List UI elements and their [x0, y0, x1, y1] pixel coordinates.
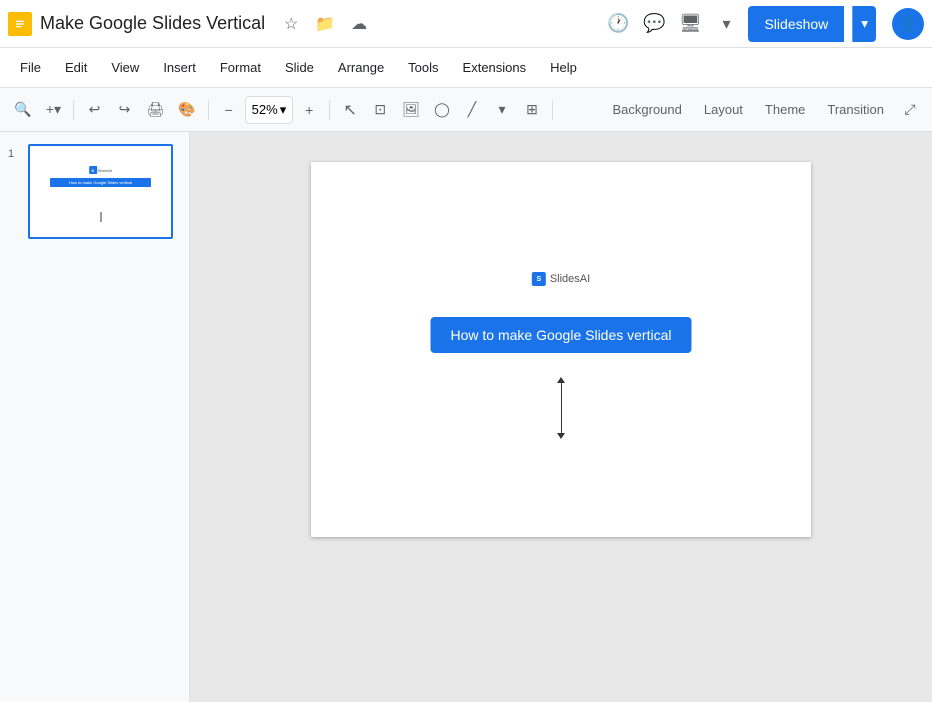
menu-arrange[interactable]: Arrange	[326, 54, 396, 81]
menu-help[interactable]: Help	[538, 54, 589, 81]
present-icon[interactable]: 🖥	[676, 10, 704, 38]
share-expand-button[interactable]: ⤢	[896, 96, 924, 124]
slides-ai-icon-letter: S	[536, 276, 541, 283]
print-button[interactable]: 🖨	[140, 96, 170, 124]
menu-tools[interactable]: Tools	[396, 54, 450, 81]
present-dropdown-icon[interactable]: ▾	[712, 10, 740, 38]
cloud-icon[interactable]: ☁	[345, 10, 373, 38]
title-action-icons: ☆ 📁 ☁	[277, 10, 373, 38]
theme-button[interactable]: Theme	[755, 96, 815, 124]
slide-number: 1	[8, 148, 22, 160]
zoom-out-button[interactable]: −	[215, 96, 243, 124]
folder-icon[interactable]: 📁	[311, 10, 339, 38]
select-tool-button[interactable]: ↖	[336, 96, 364, 124]
menu-file[interactable]: File	[8, 54, 53, 81]
app-icon	[8, 12, 32, 36]
zoom-area[interactable]: 52% ▾	[245, 96, 294, 124]
zoom-dropdown-icon: ▾	[280, 102, 287, 118]
separator-4	[552, 100, 553, 120]
line-tool-button[interactable]: ╱	[458, 96, 486, 124]
slide-panel: 1 S SlidesAI How to make Google Slides v…	[0, 132, 190, 702]
menu-view[interactable]: View	[99, 54, 151, 81]
paint-format-button[interactable]: 🎨	[172, 96, 201, 124]
slide-cursor-line	[557, 377, 565, 439]
transition-button[interactable]: Transition	[817, 96, 894, 124]
frame-tool-button[interactable]: ⊡	[366, 96, 394, 124]
slideshow-button[interactable]: Slideshow	[748, 6, 844, 42]
menu-format[interactable]: Format	[208, 54, 273, 81]
slides-ai-label: SlidesAI	[550, 273, 590, 285]
star-icon[interactable]: ☆	[277, 10, 305, 38]
slide-thumb-container: 1 S SlidesAI How to make Google Slides v…	[8, 144, 181, 239]
main-area: 1 S SlidesAI How to make Google Slides v…	[0, 132, 932, 702]
slide-canvas[interactable]: S SlidesAI How to make Google Slides ver…	[311, 162, 811, 537]
slideshow-dropdown-button[interactable]: ▾	[852, 6, 876, 42]
thumb-logo: S SlidesAI	[89, 166, 113, 174]
cursor-line	[561, 383, 562, 433]
thumb-title-box: How to make Google Slides vertical	[50, 178, 151, 187]
search-button[interactable]: 🔍	[8, 96, 37, 124]
comments-icon[interactable]: 💬	[640, 10, 668, 38]
slides-ai-icon: S	[532, 272, 546, 286]
separator-2	[208, 100, 209, 120]
canvas-area: S SlidesAI How to make Google Slides ver…	[190, 132, 932, 702]
menu-edit[interactable]: Edit	[53, 54, 99, 81]
zoom-value: 52%	[252, 102, 278, 117]
menu-insert[interactable]: Insert	[151, 54, 208, 81]
redo-button[interactable]: ↪	[110, 96, 138, 124]
menu-extensions[interactable]: Extensions	[451, 54, 539, 81]
background-button[interactable]: Background	[602, 96, 691, 124]
zoom-in-button[interactable]: +	[295, 96, 323, 124]
thumb-cursor	[100, 212, 101, 222]
toolbar: 🔍 +▾ ↩ ↪ 🖨 🎨 − 52% ▾ + ↖ ⊡ 🖼 ◯ ╱ ▾ ⊞ Bac…	[0, 88, 932, 132]
layout-button[interactable]: Layout	[694, 96, 753, 124]
menu-bar: File Edit View Insert Format Slide Arran…	[0, 48, 932, 88]
title-bar: Make Google Slides Vertical ☆ 📁 ☁ 🕐 💬 🖥 …	[0, 0, 932, 48]
slide-title-box[interactable]: How to make Google Slides vertical	[431, 317, 692, 353]
collaborator-avatar: 👤	[892, 8, 924, 40]
doc-title: Make Google Slides Vertical	[40, 13, 265, 34]
image-tool-button[interactable]: 🖼	[396, 96, 426, 124]
menu-slide[interactable]: Slide	[273, 54, 326, 81]
separator-1	[73, 100, 74, 120]
line-dropdown-button[interactable]: ▾	[488, 96, 516, 124]
separator-3	[329, 100, 330, 120]
slide-thumbnail[interactable]: S SlidesAI How to make Google Slides ver…	[28, 144, 173, 239]
slide-logo-area: S SlidesAI	[532, 272, 590, 286]
history-icon[interactable]: 🕐	[604, 10, 632, 38]
shape-tool-button[interactable]: ◯	[428, 96, 456, 124]
collaborator-button[interactable]: 👤	[892, 8, 924, 40]
add-slide-button[interactable]: +▾	[39, 96, 67, 124]
cursor-arrow-bottom	[557, 433, 565, 439]
thumb-content: S SlidesAI How to make Google Slides ver…	[30, 146, 171, 237]
undo-button[interactable]: ↩	[80, 96, 108, 124]
fit-button[interactable]: ⊞	[518, 96, 546, 124]
right-tools: Background Layout Theme Transition	[602, 96, 894, 124]
